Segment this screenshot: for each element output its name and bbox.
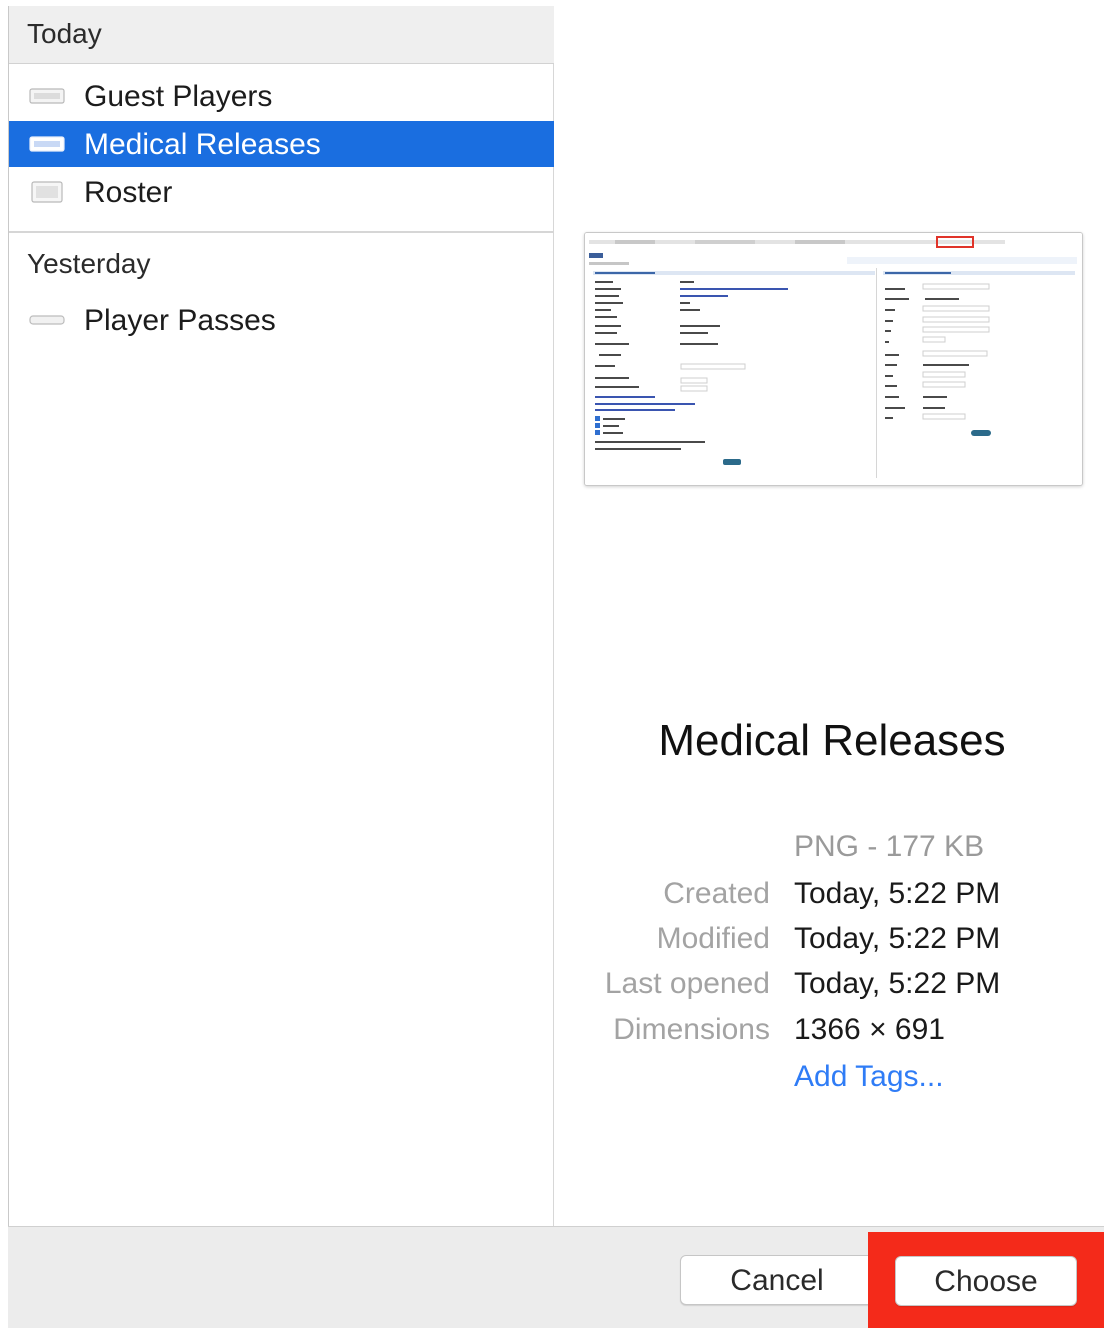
cancel-button[interactable]: Cancel <box>680 1255 874 1305</box>
section-divider <box>9 231 554 233</box>
list-item-label: Player Passes <box>84 304 276 337</box>
list-item-roster[interactable]: Roster <box>9 169 554 215</box>
list-item-label: Roster <box>84 176 173 209</box>
image-file-icon <box>29 88 65 104</box>
meta-label: Created <box>663 877 770 910</box>
meta-label: Last opened <box>604 967 770 1000</box>
meta-row-last-opened: Last opened Today, 5:22 PM <box>560 967 1100 1007</box>
file-preview-thumbnail <box>584 232 1083 486</box>
meta-label: Dimensions <box>613 1013 770 1046</box>
section-header-label: Today <box>27 18 102 49</box>
list-item-label: Guest Players <box>84 80 273 113</box>
image-file-icon <box>31 181 63 203</box>
meta-row-dimensions: Dimensions 1366 × 691 <box>560 1013 1100 1053</box>
list-item-guest-players[interactable]: Guest Players <box>9 73 554 119</box>
choose-button[interactable]: Choose <box>895 1256 1077 1306</box>
section-header-today: Today <box>9 6 554 64</box>
image-file-icon <box>29 315 65 325</box>
meta-label: Modified <box>656 922 770 955</box>
meta-value: 1366 × 691 <box>794 1013 945 1046</box>
list-item-player-passes[interactable]: Player Passes <box>9 297 554 343</box>
list-item-medical-releases[interactable]: Medical Releases <box>9 121 554 167</box>
file-chooser-dialog: Today Guest Players Medical Releases Ros… <box>0 0 1104 1328</box>
section-header-yesterday: Yesterday <box>27 248 151 279</box>
preview-file-name: Medical Releases <box>658 716 1006 765</box>
add-tags-link[interactable]: Add Tags... <box>794 1060 944 1094</box>
list-item-label: Medical Releases <box>84 128 321 161</box>
image-file-icon <box>29 136 65 152</box>
meta-value: Today, 5:22 PM <box>794 877 1001 910</box>
recent-files-list: Today Guest Players Medical Releases Ros… <box>9 6 554 1226</box>
file-type-size: PNG - 177 KB <box>794 830 985 863</box>
meta-value: Today, 5:22 PM <box>794 967 1001 1000</box>
preview-image <box>585 233 1082 485</box>
meta-row-created: Created Today, 5:22 PM <box>560 877 1100 917</box>
meta-row-modified: Modified Today, 5:22 PM <box>560 922 1100 962</box>
meta-value: Today, 5:22 PM <box>794 922 1001 955</box>
